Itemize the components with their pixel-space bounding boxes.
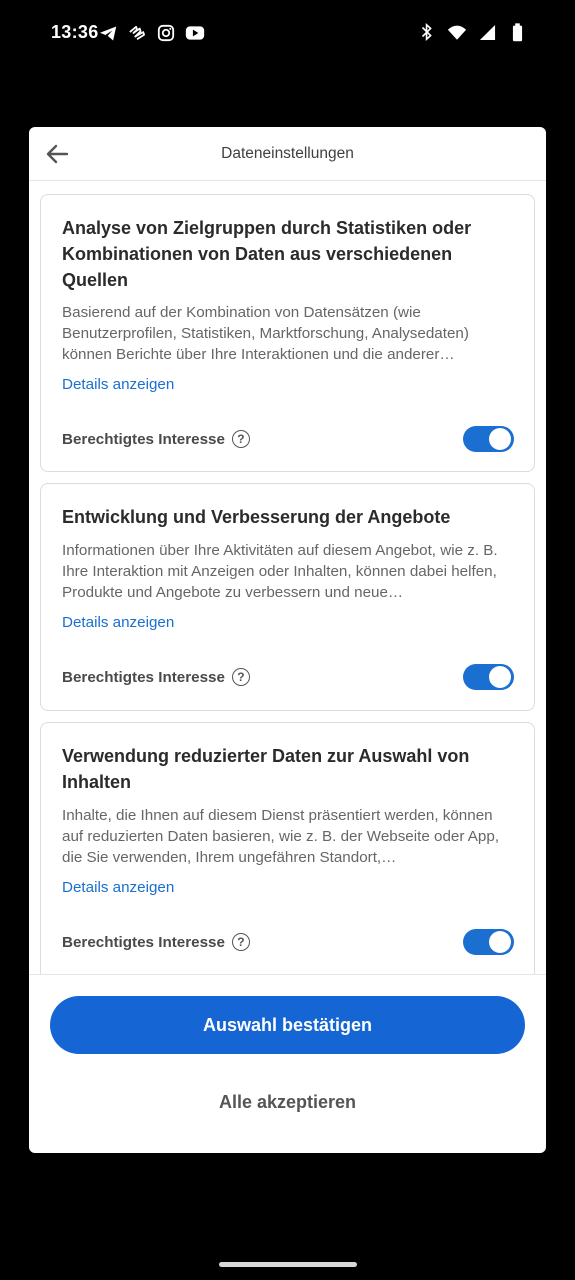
status-bar: 13:36 [0, 0, 575, 66]
signal-icon [477, 22, 497, 42]
legitimate-interest-row: Berechtigtes Interesse ? [62, 668, 250, 686]
bluetooth-icon [417, 22, 437, 42]
wifi-icon [447, 22, 467, 42]
purpose-description: Inhalte, die Ihnen auf diesem Dienst prä… [62, 807, 500, 866]
purposes-list[interactable]: Analyse von Zielgruppen durch Statistike… [29, 181, 546, 974]
legitimate-interest-label: Berechtigtes Interesse [62, 668, 225, 686]
youtube-icon [185, 23, 205, 43]
purpose-description: Basierend auf der Kombination von Datens… [62, 304, 469, 363]
legitimate-interest-label: Berechtigtes Interesse [62, 933, 225, 951]
battery-icon [507, 22, 527, 42]
toggle-knob [489, 428, 511, 450]
help-icon[interactable]: ? [231, 668, 250, 686]
purpose-card: Entwicklung und Verbesserung der Angebot… [40, 483, 535, 711]
help-icon[interactable]: ? [231, 430, 250, 448]
dialog-title: Dateneinstellungen [221, 145, 354, 162]
toggle-knob [489, 666, 511, 688]
purpose-title: Verwendung reduzierter Daten zur Auswahl… [62, 746, 470, 792]
purpose-card: Analyse von Zielgruppen durch Statistike… [40, 194, 535, 472]
data-settings-dialog: Dateneinstellungen Analyse von Zielgrupp… [29, 127, 546, 1153]
legitimate-interest-toggle[interactable] [463, 664, 514, 690]
legitimate-interest-row: Berechtigtes Interesse ? [62, 933, 250, 951]
legitimate-interest-row: Berechtigtes Interesse ? [62, 430, 250, 448]
details-link[interactable]: Details anzeigen [62, 614, 174, 631]
purpose-card: Verwendung reduzierter Daten zur Auswahl… [40, 722, 535, 974]
details-link[interactable]: Details anzeigen [62, 376, 174, 393]
app-icon [127, 23, 147, 43]
telegram-icon [98, 23, 118, 43]
home-indicator[interactable] [219, 1262, 357, 1267]
legitimate-interest-toggle[interactable] [463, 929, 514, 955]
details-link[interactable]: Details anzeigen [62, 879, 174, 896]
status-time: 13:36 [51, 22, 99, 42]
help-icon[interactable]: ? [231, 933, 250, 951]
purpose-description: Informationen über Ihre Aktivitäten auf … [62, 542, 498, 601]
legitimate-interest-toggle[interactable] [463, 426, 514, 452]
accept-all-button[interactable]: Alle akzeptieren [50, 1080, 525, 1124]
purpose-title: Analyse von Zielgruppen durch Statistike… [62, 218, 472, 290]
legitimate-interest-label: Berechtigtes Interesse [62, 430, 225, 448]
confirm-selection-button[interactable]: Auswahl bestätigen [50, 996, 525, 1054]
dialog-header: Dateneinstellungen [29, 127, 546, 181]
instagram-icon [156, 23, 176, 43]
footer-divider [29, 974, 546, 975]
purpose-title: Entwicklung und Verbesserung der Angebot… [62, 507, 451, 527]
toggle-knob [489, 931, 511, 953]
